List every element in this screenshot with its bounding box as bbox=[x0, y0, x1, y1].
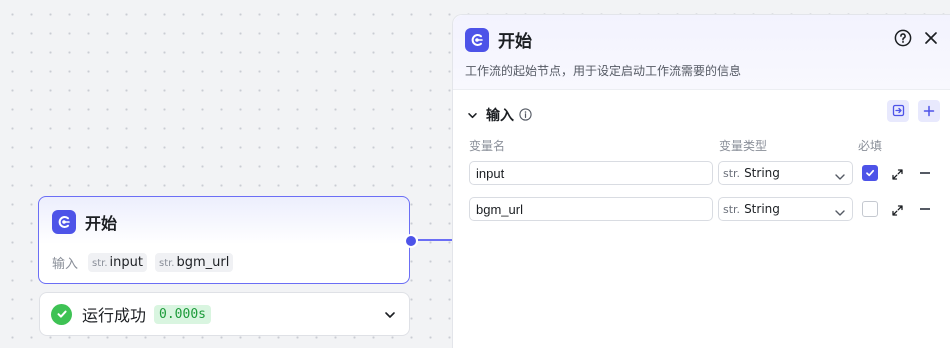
node-config-panel: 开始 工作流的起始节点，用于设定启动工作流需要的信息 输入 变量名 变量类型 必… bbox=[452, 14, 950, 348]
info-icon[interactable] bbox=[519, 106, 532, 125]
chevron-down-icon bbox=[834, 168, 846, 187]
variable-name-input[interactable] bbox=[469, 197, 713, 221]
type-value: String bbox=[744, 202, 780, 216]
import-button[interactable] bbox=[887, 100, 909, 122]
node-inputs-label: 输入 bbox=[52, 257, 79, 272]
panel-title-row: 开始 bbox=[465, 27, 532, 52]
success-check-icon bbox=[51, 303, 72, 325]
run-status-text: 运行成功 bbox=[82, 306, 147, 325]
variable-row: str. String bbox=[469, 197, 939, 221]
variable-row: str. String bbox=[469, 161, 939, 185]
node-input-chip: str. input bbox=[88, 253, 147, 272]
minus-icon[interactable] bbox=[920, 172, 930, 174]
required-checkbox[interactable] bbox=[862, 165, 878, 181]
node-header: 开始 bbox=[52, 210, 117, 234]
column-header-name: 变量名 bbox=[469, 139, 506, 153]
variable-type-select[interactable]: str. String bbox=[718, 161, 853, 185]
start-node-icon bbox=[465, 27, 489, 52]
input-section-header[interactable]: 输入 bbox=[467, 105, 532, 125]
expand-icon[interactable] bbox=[891, 202, 904, 221]
section-title: 输入 bbox=[486, 108, 514, 124]
variable-name-input[interactable] bbox=[469, 161, 713, 185]
run-status-bar[interactable]: 运行成功 0.000s bbox=[39, 292, 410, 336]
panel-header: 开始 工作流的起始节点，用于设定启动工作流需要的信息 bbox=[453, 15, 950, 90]
panel-description: 工作流的起始节点，用于设定启动工作流需要的信息 bbox=[465, 64, 742, 78]
chip-type: str. bbox=[158, 258, 175, 269]
node-inputs: 输入 str. input str. bgm_url bbox=[52, 253, 234, 272]
type-prefix: str. bbox=[723, 166, 741, 180]
column-header-type: 变量类型 bbox=[719, 139, 768, 153]
chevron-down-icon[interactable] bbox=[467, 106, 478, 125]
node-title: 开始 bbox=[85, 214, 118, 233]
plus-icon bbox=[923, 102, 935, 121]
connection-edge bbox=[418, 239, 452, 241]
close-icon[interactable] bbox=[924, 30, 938, 49]
add-variable-button[interactable] bbox=[918, 100, 940, 122]
chip-name: bgm_url bbox=[176, 255, 230, 270]
import-icon bbox=[892, 102, 905, 121]
chip-type: str. bbox=[92, 258, 108, 269]
start-node-icon bbox=[52, 210, 76, 234]
expand-icon[interactable] bbox=[891, 166, 904, 185]
variable-type-select[interactable]: str. String bbox=[718, 197, 853, 221]
chip-name: input bbox=[109, 255, 143, 270]
node-output-port[interactable] bbox=[404, 234, 418, 248]
type-value: String bbox=[744, 166, 780, 180]
question-circle-icon[interactable] bbox=[894, 29, 912, 51]
start-node[interactable]: 开始 输入 str. input str. bgm_url bbox=[38, 196, 410, 284]
type-prefix: str. bbox=[723, 202, 741, 216]
node-input-chip: str. bgm_url bbox=[154, 253, 234, 272]
minus-icon[interactable] bbox=[920, 208, 930, 210]
required-checkbox[interactable] bbox=[862, 201, 878, 217]
section-actions bbox=[887, 100, 940, 122]
panel-title: 开始 bbox=[498, 32, 532, 52]
run-time-badge: 0.000s bbox=[154, 304, 211, 324]
column-header-required: 必填 bbox=[858, 139, 883, 153]
chevron-down-icon[interactable] bbox=[383, 307, 397, 326]
chevron-down-icon bbox=[834, 204, 846, 223]
